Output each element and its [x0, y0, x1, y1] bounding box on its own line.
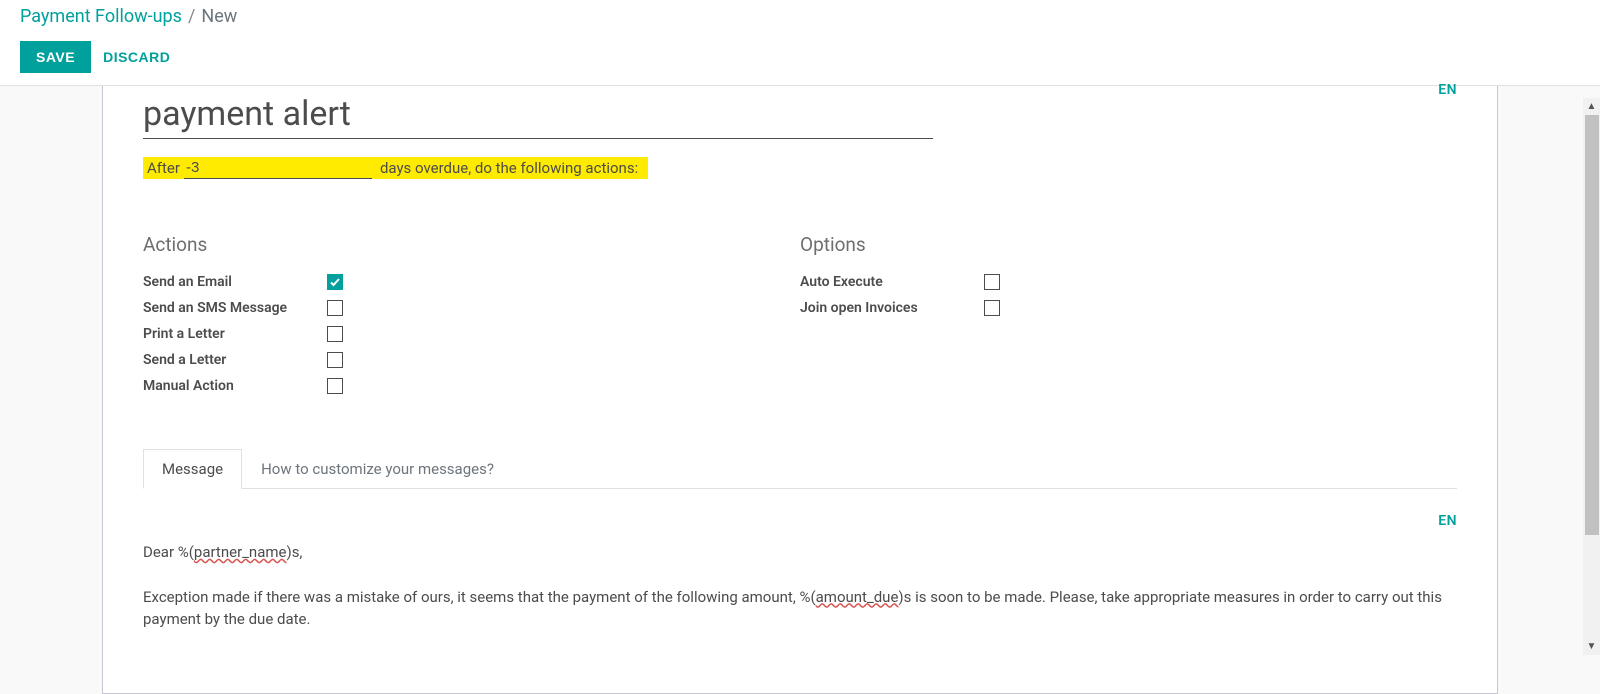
send-letter-checkbox[interactable] [327, 352, 343, 368]
after-prefix: After [143, 157, 184, 179]
discard-button[interactable]: DISCARD [103, 49, 170, 65]
send-sms-label: Send an SMS Message [143, 300, 327, 316]
join-invoices-label: Join open Invoices [800, 300, 984, 316]
lang-badge[interactable]: EN [1438, 82, 1457, 98]
message-area[interactable]: EN Dear %(partner_name)s, Exception made… [143, 489, 1457, 631]
manual-action-checkbox[interactable] [327, 378, 343, 394]
breadcrumb: Payment Follow-ups / New [20, 4, 1580, 29]
breadcrumb-root-link[interactable]: Payment Follow-ups [20, 6, 182, 27]
send-email-checkbox[interactable] [327, 274, 343, 290]
print-letter-label: Print a Letter [143, 326, 327, 342]
auto-execute-label: Auto Execute [800, 274, 984, 290]
name-input[interactable] [143, 92, 933, 139]
auto-execute-checkbox[interactable] [984, 274, 1000, 290]
scroll-track[interactable] [1583, 115, 1600, 638]
lang-badge-message[interactable]: EN [1438, 513, 1457, 529]
message-body: Exception made if there was a mistake of… [143, 586, 1457, 631]
options-column: Options Auto Execute Join open Invoices [800, 233, 1457, 404]
scroll-thumb[interactable] [1585, 115, 1599, 535]
send-email-label: Send an Email [143, 274, 327, 290]
breadcrumb-sep: / [188, 6, 195, 27]
save-button[interactable]: SAVE [20, 41, 91, 73]
days-input[interactable] [184, 157, 372, 179]
manual-action-label: Manual Action [143, 378, 327, 394]
scroll-down-icon[interactable]: ▼ [1583, 638, 1600, 655]
scroll-up-icon[interactable]: ▲ [1583, 98, 1600, 115]
join-invoices-checkbox[interactable] [984, 300, 1000, 316]
scrollbar[interactable]: ▲ ▼ [1583, 98, 1600, 655]
send-sms-checkbox[interactable] [327, 300, 343, 316]
tabs: Message How to customize your messages? [143, 448, 1457, 489]
print-letter-checkbox[interactable] [327, 326, 343, 342]
actions-heading: Actions [143, 233, 800, 256]
after-suffix: days overdue, do the following actions: [380, 157, 644, 179]
tab-howto[interactable]: How to customize your messages? [242, 449, 513, 489]
breadcrumb-current: New [201, 6, 237, 27]
send-letter-label: Send a Letter [143, 352, 327, 368]
tab-message[interactable]: Message [143, 449, 242, 489]
options-heading: Options [800, 233, 1457, 256]
form-sheet: EN After days overdue, do the following … [102, 86, 1498, 694]
message-greeting: Dear %(partner_name)s, [143, 541, 1457, 564]
actions-column: Actions Send an Email Send an SMS Messag… [143, 233, 800, 404]
after-row: After days overdue, do the following act… [143, 157, 1457, 179]
